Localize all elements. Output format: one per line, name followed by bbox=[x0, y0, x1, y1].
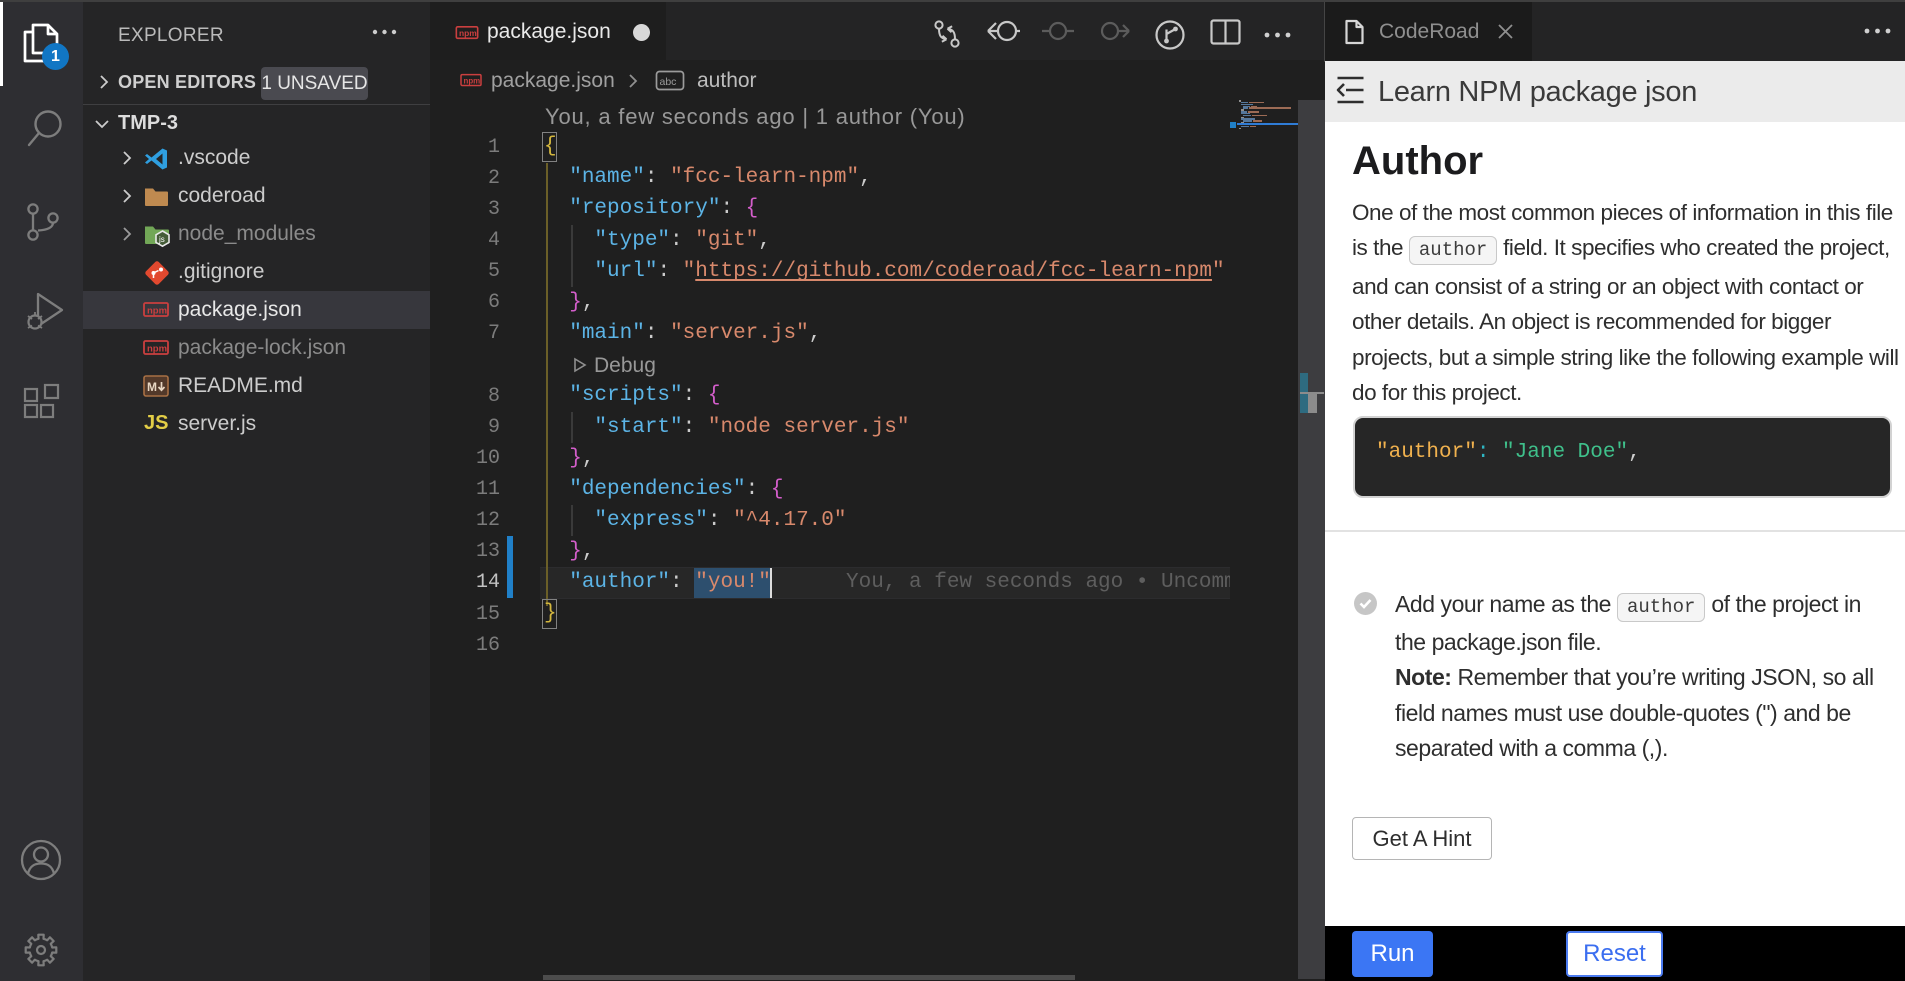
svg-text:npm: npm bbox=[459, 28, 477, 38]
svg-text:npm: npm bbox=[147, 344, 167, 355]
svg-text:abc: abc bbox=[660, 76, 677, 88]
svg-text:npm: npm bbox=[147, 306, 167, 317]
svg-text:js: js bbox=[158, 235, 165, 244]
svg-text:M: M bbox=[147, 380, 157, 394]
svg-text:npm: npm bbox=[464, 76, 481, 85]
